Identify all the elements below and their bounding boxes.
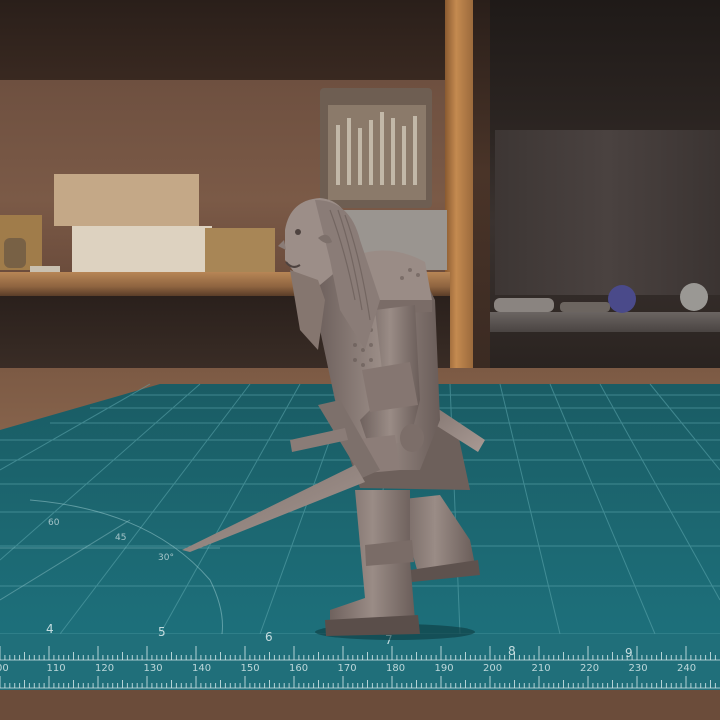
sword-blade (182, 465, 365, 552)
bracer (362, 362, 418, 412)
sword-crossguard (290, 428, 348, 452)
eye (295, 229, 301, 235)
belt-pouch (400, 424, 424, 452)
nose (278, 240, 286, 250)
photo-scene: 0011012013014015016017018019020021022023… (0, 0, 720, 720)
miniature-figure (182, 198, 485, 640)
